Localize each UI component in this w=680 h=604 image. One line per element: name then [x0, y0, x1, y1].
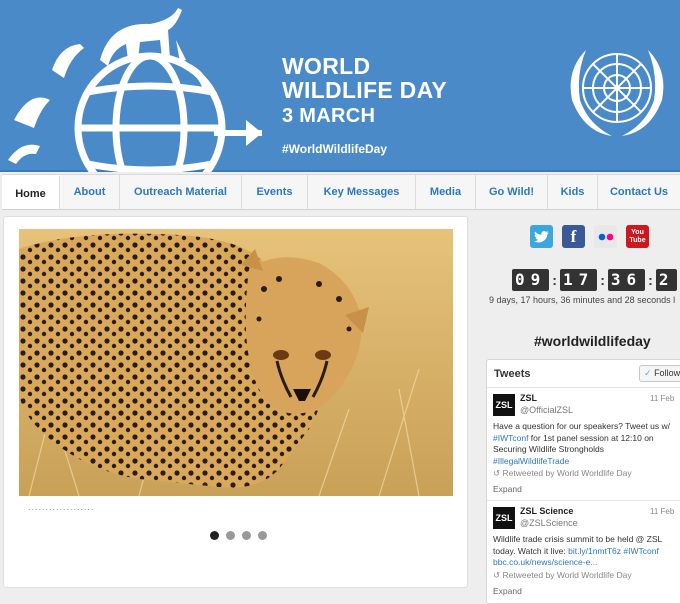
nav-item-outreach-material[interactable]: Outreach Material — [120, 175, 242, 209]
nav-item-kids[interactable]: Kids — [548, 175, 598, 209]
retweet-icon: ↺ — [493, 570, 501, 580]
slider-dot-1[interactable] — [210, 531, 219, 540]
retweet-label: Retweeted by World Worldlife Day — [502, 570, 632, 580]
avatar[interactable]: ZSL — [493, 507, 515, 529]
tweet-author-name[interactable]: ZSL Science — [520, 506, 573, 516]
countdown-hours: 09 — [512, 268, 550, 291]
slider-card: ................... — [3, 216, 468, 588]
nav-item-about[interactable]: About — [60, 175, 120, 209]
countdown-extra: 2 — [655, 268, 678, 291]
tweet-expand-link[interactable]: Expand — [493, 586, 522, 596]
banner-date: 3 MARCH — [282, 105, 376, 127]
tweet-date[interactable]: 11 Feb — [650, 394, 674, 403]
avatar[interactable]: ZSL — [493, 394, 515, 416]
un-emblem-icon — [570, 50, 664, 136]
slide-caption: ................... — [28, 502, 95, 512]
nav-item-go-wild[interactable]: Go Wild! — [476, 175, 548, 209]
nav-item-key-messages[interactable]: Key Messages — [308, 175, 416, 209]
tweet-expand-link[interactable]: Expand — [493, 484, 522, 494]
nav-item-contact-us[interactable]: Contact Us — [598, 175, 680, 209]
banner-hashtag: #WorldWildlifeDay — [282, 142, 388, 156]
main-nav: Home About Outreach Material Events Key … — [2, 174, 680, 210]
tweet-text: Have a question for our speakers? Tweet … — [493, 421, 671, 431]
tweets-title: Tweets — [494, 368, 531, 380]
cheetah-photo[interactable] — [19, 229, 453, 496]
tweet-link[interactable]: #IWTconf — [493, 433, 528, 443]
countdown-minutes: 17 — [559, 268, 598, 291]
countdown-text: 9 days, 17 hours, 36 minutes and 28 seco… — [489, 295, 676, 305]
slider-dot-2[interactable] — [226, 531, 235, 540]
countdown-separator: : — [600, 271, 605, 288]
sidebar: f You Tube 09 : 17 : 36 : 2 9 days, 17 h… — [478, 216, 680, 604]
twitter-bird-icon: ✓ — [644, 368, 652, 378]
tweet-link[interactable]: #IllegalWildlifeTrade — [493, 456, 569, 466]
countdown-seconds: 36 — [607, 268, 646, 291]
tweet-author-name[interactable]: ZSL — [520, 393, 537, 403]
follow-button[interactable]: ✓ Follow — [639, 365, 680, 382]
follow-label: Follow — [654, 368, 680, 378]
retweet-icon: ↺ — [493, 468, 501, 478]
flickr-icon[interactable] — [594, 225, 617, 248]
nav-item-media[interactable]: Media — [416, 175, 476, 209]
countdown-timer: 09 : 17 : 36 : 2 — [512, 268, 680, 291]
countdown-separator: : — [648, 271, 653, 288]
banner-title: WORLD WILDLIFE DAY — [282, 54, 447, 102]
sidebar-hashtag-heading: #worldwildlifeday — [534, 333, 651, 349]
tweet-item: ZSL ZSL @OfficialZSL 11 Feb Have a quest… — [487, 388, 680, 501]
nav-item-events[interactable]: Events — [242, 175, 308, 209]
globe-animals-logo — [8, 8, 262, 172]
nav-item-home[interactable]: Home — [2, 175, 60, 209]
tweet-retweet-info: ↺ Retweeted by World Worldlife Day — [493, 570, 632, 581]
slider-pagination — [210, 531, 267, 540]
tweets-widget: Tweets ✓ Follow ZSL ZSL @OfficialZSL 11 … — [486, 359, 680, 604]
countdown-separator: : — [552, 271, 557, 288]
tweet-date[interactable]: 11 Feb — [650, 507, 674, 516]
twitter-icon[interactable] — [530, 225, 553, 248]
tweet-link[interactable]: bit.ly/1nmtT6z — [568, 546, 621, 556]
tweet-retweet-info: ↺ Retweeted by World Worldlife Day — [493, 468, 632, 479]
tweet-item: ZSL ZSL Science @ZSLScience 11 Feb Wildl… — [487, 501, 680, 603]
tweet-author-handle[interactable]: @ZSLScience — [520, 518, 578, 528]
site-banner: WORLD WILDLIFE DAY 3 MARCH #WorldWildlif… — [0, 0, 680, 172]
tweet-author-handle[interactable]: @OfficialZSL — [520, 405, 573, 415]
tweets-header: Tweets ✓ Follow — [487, 360, 680, 388]
banner-title-line1: WORLD — [282, 53, 371, 79]
slider-dot-3[interactable] — [242, 531, 251, 540]
slider-dot-4[interactable] — [258, 531, 267, 540]
tweet-body: Have a question for our speakers? Tweet … — [493, 421, 679, 467]
youtube-icon[interactable]: You Tube — [626, 225, 649, 248]
retweet-label: Retweeted by World Worldlife Day — [502, 468, 632, 478]
banner-title-line2: WILDLIFE DAY — [282, 77, 448, 103]
facebook-icon[interactable]: f — [562, 225, 585, 248]
social-icons: f You Tube — [530, 225, 649, 248]
tweet-body: Wildlife trade crisis summit to be held … — [493, 534, 679, 569]
